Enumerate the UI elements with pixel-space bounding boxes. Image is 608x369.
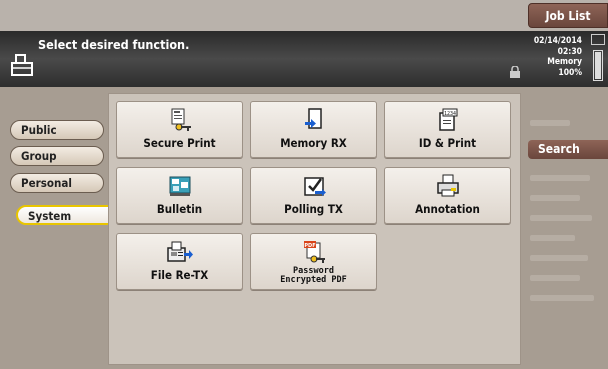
encrypted-pdf-button[interactable]: PDF Password Encrypted PDF bbox=[250, 233, 377, 290]
memory-gauge bbox=[593, 50, 603, 81]
envelope-icon bbox=[591, 34, 605, 45]
memory-gauge-fill bbox=[595, 52, 601, 79]
faded-item bbox=[530, 120, 570, 126]
job-list-button[interactable]: Job List bbox=[528, 3, 608, 28]
file-retx-label: File Re-TX bbox=[150, 268, 209, 282]
right-column bbox=[526, 87, 608, 369]
memory-rx-button[interactable]: Memory RX bbox=[250, 101, 377, 158]
faded-item bbox=[530, 195, 580, 201]
annotation-icon bbox=[436, 174, 459, 197]
message-bar: Select desired function. 02/14/2014 02:3… bbox=[0, 31, 608, 87]
polling-tx-label: Polling TX bbox=[284, 202, 343, 216]
faded-item bbox=[530, 275, 580, 281]
bulletin-button[interactable]: Bulletin bbox=[116, 167, 243, 224]
id-print-label: ID & Print bbox=[418, 136, 477, 150]
time-text: 02:30 bbox=[557, 46, 582, 57]
file-retx-button[interactable]: File Re-TX bbox=[116, 233, 243, 290]
memory-value: 100% bbox=[558, 67, 582, 78]
encrypted-pdf-icon: PDF bbox=[303, 241, 325, 263]
encrypted-pdf-label: Password Encrypted PDF bbox=[251, 267, 376, 285]
polling-tx-button[interactable]: Polling TX bbox=[250, 167, 377, 224]
svg-text:1234: 1234 bbox=[443, 111, 455, 117]
search-button[interactable]: Search bbox=[528, 140, 608, 159]
secure-print-label: Secure Print bbox=[143, 136, 216, 150]
tab-personal[interactable]: Personal bbox=[10, 173, 104, 193]
instruction-message: Select desired function. bbox=[38, 37, 190, 52]
memory-rx-icon bbox=[304, 108, 322, 129]
top-bar bbox=[0, 0, 608, 31]
date-text: 02/14/2014 bbox=[533, 36, 582, 46]
memory-rx-label: Memory RX bbox=[280, 136, 347, 150]
annotation-label: Annotation bbox=[415, 202, 480, 216]
bulletin-label: Bulletin bbox=[156, 202, 203, 216]
secure-print-button[interactable]: Secure Print bbox=[116, 101, 243, 158]
file-retx-icon bbox=[166, 241, 193, 262]
box-icon bbox=[11, 54, 33, 76]
memory-label: Memory bbox=[547, 57, 582, 67]
status-panel: 02/14/2014 02:30 Memory 100% bbox=[530, 36, 582, 78]
id-print-button[interactable]: 1234 ID & Print bbox=[384, 101, 511, 158]
bulletin-icon bbox=[169, 176, 190, 196]
tab-group[interactable]: Group bbox=[10, 146, 104, 166]
svg-text:PDF: PDF bbox=[304, 243, 315, 249]
faded-item bbox=[530, 175, 590, 181]
lock-icon bbox=[510, 66, 520, 78]
secure-print-icon bbox=[171, 108, 191, 131]
tab-public[interactable]: Public bbox=[10, 120, 104, 140]
faded-item bbox=[530, 235, 575, 241]
polling-tx-icon bbox=[303, 177, 326, 196]
annotation-button[interactable]: Annotation bbox=[384, 167, 511, 224]
faded-item bbox=[530, 295, 594, 301]
tab-system[interactable]: System bbox=[16, 205, 112, 225]
encrypted-pdf-label-line2: Encrypted PDF bbox=[280, 275, 347, 285]
faded-item bbox=[530, 255, 588, 261]
id-print-icon: 1234 bbox=[438, 108, 457, 131]
faded-item bbox=[530, 215, 592, 221]
